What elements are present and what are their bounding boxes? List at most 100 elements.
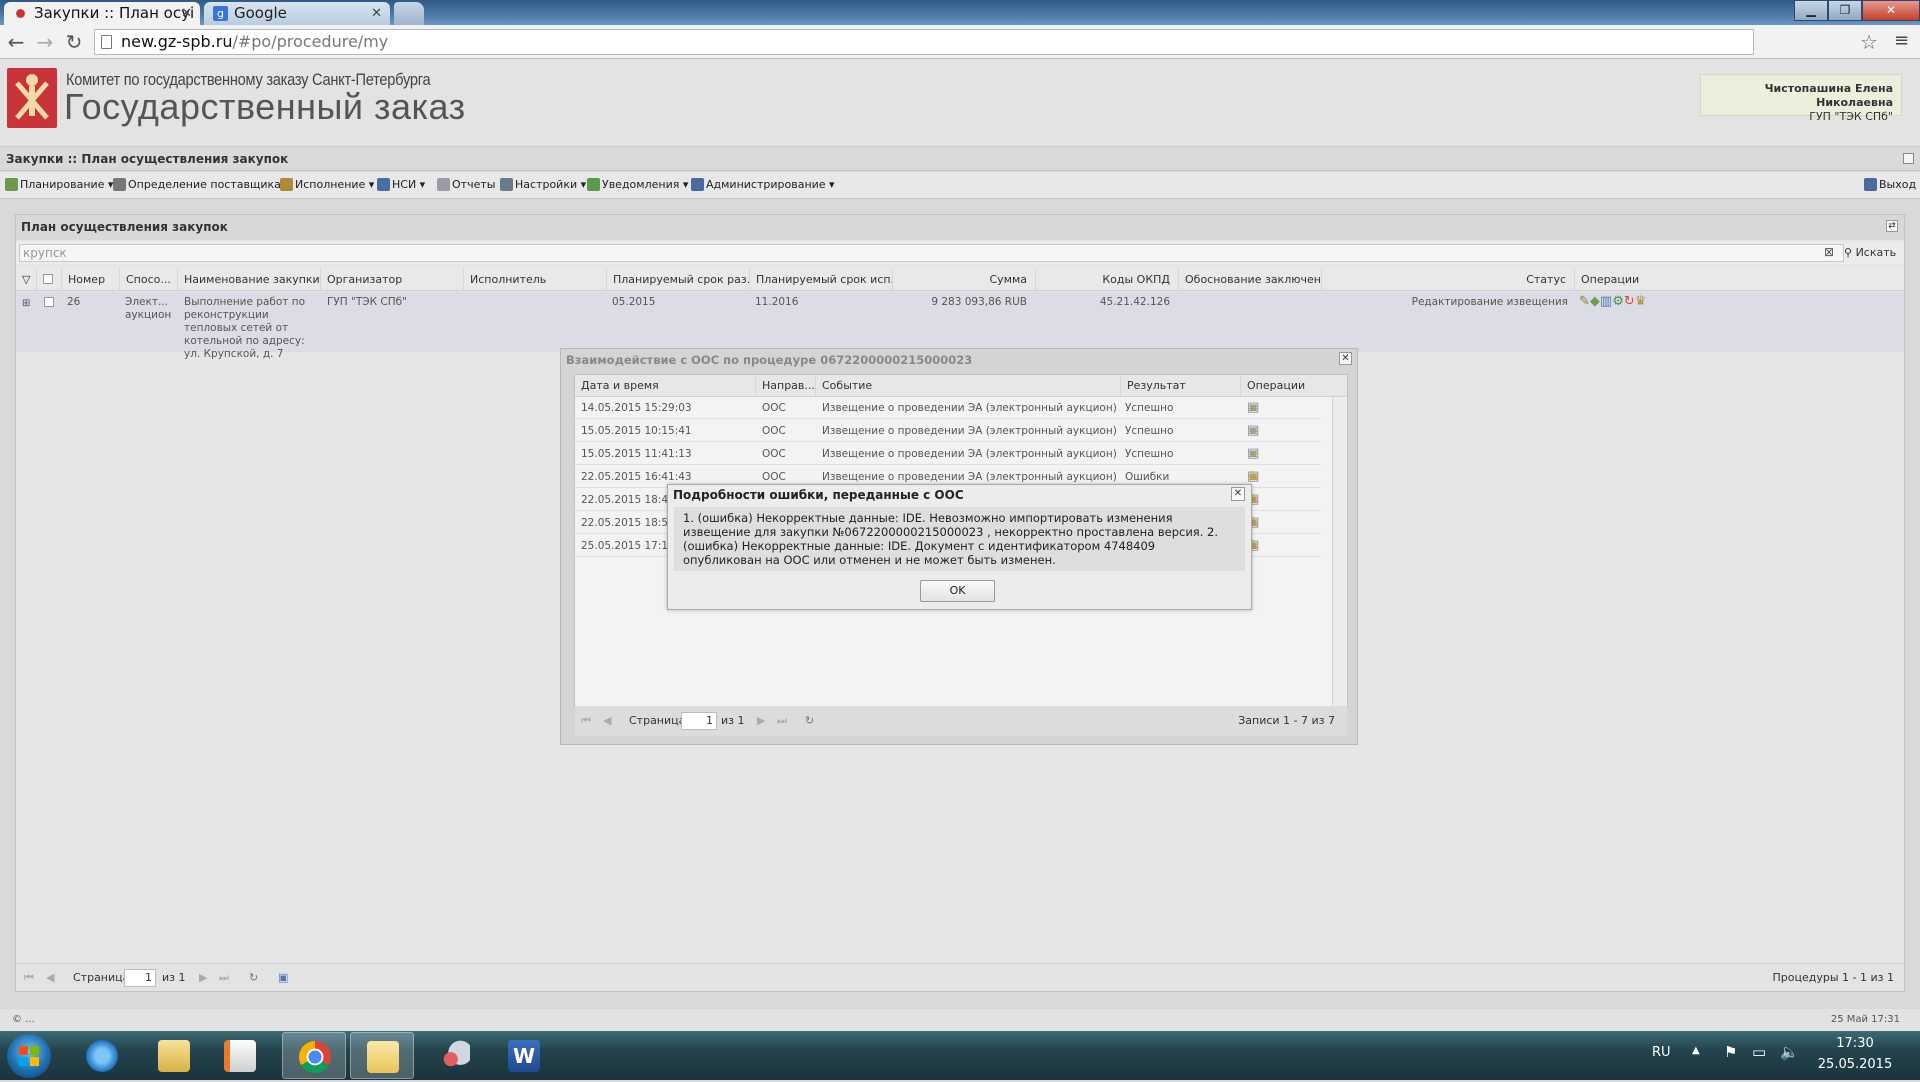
search-button[interactable]: ⚲ Искать	[1844, 246, 1896, 259]
last-page-icon[interactable]: ⏭	[777, 706, 787, 736]
close-icon[interactable]: ✕	[1231, 487, 1245, 501]
language-indicator[interactable]: RU	[1652, 1045, 1671, 1060]
taskbar-media[interactable]	[208, 1032, 272, 1079]
table-row[interactable]: 14.05.2015 15:29:03 ООС Извещение о провед…	[575, 397, 1321, 419]
col-event[interactable]: Событие	[815, 375, 1120, 397]
page-input[interactable]: 1	[681, 712, 717, 730]
breadcrumb: Закупки :: План осуществления закупок	[0, 148, 1920, 171]
col-number[interactable]: Номер	[61, 269, 119, 291]
tag-icon[interactable]: ◆	[1590, 295, 1600, 308]
col-operations[interactable]: Операции	[1574, 269, 1904, 291]
first-page-icon[interactable]: ⏮	[581, 706, 591, 736]
menu-settings[interactable]: Настройки ▾	[500, 172, 586, 198]
menu-planning[interactable]: Планирование ▾	[5, 172, 113, 198]
col-result[interactable]: Результат	[1120, 375, 1240, 397]
action-center-flag-icon[interactable]: ⚑	[1724, 1043, 1737, 1061]
clock-date[interactable]: 25.05.2015	[1812, 1057, 1898, 1072]
document-icon[interactable]: ▤	[1247, 397, 1259, 419]
refresh-icon[interactable]: ↻	[1624, 295, 1635, 308]
first-page-icon[interactable]: ⏮	[24, 964, 34, 991]
ok-button[interactable]: OK	[920, 580, 995, 602]
col-plan-exec[interactable]: Планируемый срок исп...	[749, 269, 892, 291]
menu-reports[interactable]: Отчеты	[437, 172, 495, 198]
filter-icon[interactable]: ▽	[16, 269, 36, 291]
table-row[interactable]: ⊞ 26 Элект... аукцион Выполнение работ п…	[16, 292, 1904, 360]
row-checkbox[interactable]	[44, 297, 54, 307]
forward-icon[interactable]: →	[33, 30, 57, 54]
browser-menu-icon[interactable]: ≡	[1894, 30, 1909, 51]
taskbar-word[interactable]: W	[492, 1032, 556, 1079]
document-icon[interactable]: ▤	[1247, 420, 1259, 442]
col-okpd[interactable]: Коды ОКПД	[1035, 269, 1178, 291]
menu-execution[interactable]: Исполнение ▾	[280, 172, 374, 198]
user-info[interactable]: Чистопашина Елена Николаевна ГУП "ТЭК СП…	[1700, 74, 1902, 123]
close-tab-icon[interactable]: ✕	[181, 2, 192, 25]
back-icon[interactable]: ←	[4, 30, 28, 54]
show-hidden-icons-icon[interactable]: ▲	[1692, 1045, 1700, 1056]
close-icon[interactable]: ✕	[1339, 352, 1352, 365]
next-page-icon[interactable]: ▶	[757, 706, 765, 736]
gears-icon[interactable]: ⚙	[1612, 295, 1624, 308]
col-method[interactable]: Спосо...	[119, 269, 177, 291]
table-row[interactable]: 15.05.2015 11:41:13 ООС Извещение о провед…	[575, 443, 1321, 465]
tab-google[interactable]: g Google ✕	[204, 2, 390, 25]
taskbar-outlook[interactable]	[350, 1032, 414, 1079]
save-icon[interactable]: ▣	[278, 964, 288, 991]
new-tab-button[interactable]	[394, 2, 424, 25]
search-input[interactable]	[19, 244, 1844, 262]
emblem-icon[interactable]: ♛	[1635, 295, 1647, 308]
document-icon[interactable]: ▤	[1247, 443, 1259, 465]
col-executor[interactable]: Исполнитель	[463, 269, 606, 291]
col-plan-post[interactable]: Планируемый срок раз...	[606, 269, 749, 291]
bookmark-star-icon[interactable]: ☆	[1860, 30, 1878, 54]
select-all-checkbox[interactable]	[36, 269, 54, 291]
col-direction[interactable]: Направ...	[755, 375, 815, 397]
word-icon: W	[508, 1040, 540, 1072]
page-input[interactable]: 1	[124, 969, 156, 987]
col-datetime[interactable]: Дата и время	[575, 375, 755, 397]
prev-page-icon[interactable]: ◀	[603, 706, 611, 736]
edit-pencil-icon[interactable]: ✎	[1579, 295, 1590, 308]
address-bar[interactable]: new.gz-spb.ru/#po/procedure/my	[94, 29, 1754, 55]
table-row[interactable]: 15.05.2015 10:15:41 ООС Извещение о провед…	[575, 420, 1321, 442]
close-window-icon[interactable]: ✕	[1862, 0, 1920, 21]
maximize-icon[interactable]: ❐	[1828, 0, 1862, 21]
scissors-favicon-icon	[13, 6, 28, 21]
refresh-icon[interactable]: ↻	[249, 964, 258, 991]
start-button[interactable]	[7, 1034, 51, 1078]
reload-icon[interactable]: ↻	[62, 30, 86, 54]
menu-supplier[interactable]: Определение поставщика ▾	[113, 172, 290, 198]
menu-admin[interactable]: Администрирование ▾	[691, 172, 835, 198]
close-tab-icon[interactable]: ✕	[371, 2, 382, 25]
clock-time[interactable]: 17:30	[1820, 1036, 1890, 1051]
col-reason[interactable]: Обоснование заключения	[1178, 269, 1321, 291]
col-organizer[interactable]: Организатор	[320, 269, 463, 291]
last-page-icon[interactable]: ⏭	[219, 964, 229, 991]
prev-page-icon[interactable]: ◀	[46, 964, 54, 991]
volume-icon[interactable]: 🔈	[1780, 1043, 1799, 1061]
menu-reference[interactable]: НСИ ▾	[377, 172, 425, 198]
chart-icon[interactable]: ▥	[1600, 295, 1612, 308]
exit-button[interactable]: Выход	[1864, 172, 1916, 198]
panel-refresh-icon[interactable]: ⇄	[1886, 220, 1898, 232]
taskbar-explorer[interactable]	[142, 1032, 206, 1079]
menu-notifications[interactable]: Уведомления ▾	[587, 172, 688, 198]
collapse-icon[interactable]	[1903, 153, 1914, 164]
minimize-icon[interactable]: ▁	[1794, 0, 1828, 21]
refresh-icon[interactable]: ↻	[805, 706, 814, 736]
tab-zakupki[interactable]: Закупки :: План осуі ✕	[4, 2, 200, 25]
expand-icon[interactable]: ⊞	[22, 297, 30, 310]
col-name[interactable]: Наименование закупки	[177, 269, 320, 291]
cell-datetime: 15.05.2015 10:15:41	[581, 425, 692, 437]
next-page-icon[interactable]: ▶	[199, 964, 207, 991]
col-sum[interactable]: Сумма	[892, 269, 1035, 291]
col-status[interactable]: Статус	[1321, 269, 1574, 291]
scrollbar[interactable]	[1332, 397, 1346, 706]
taskbar-chrome[interactable]	[282, 1032, 346, 1079]
pager-label: Страница	[629, 714, 686, 727]
taskbar-ie[interactable]	[70, 1032, 134, 1079]
col-ooc-operations[interactable]: Операции	[1240, 375, 1325, 397]
taskbar-snipping[interactable]	[422, 1032, 486, 1079]
network-icon[interactable]: ▭	[1752, 1043, 1766, 1061]
clear-search-icon[interactable]: ⊠	[1824, 245, 1834, 259]
